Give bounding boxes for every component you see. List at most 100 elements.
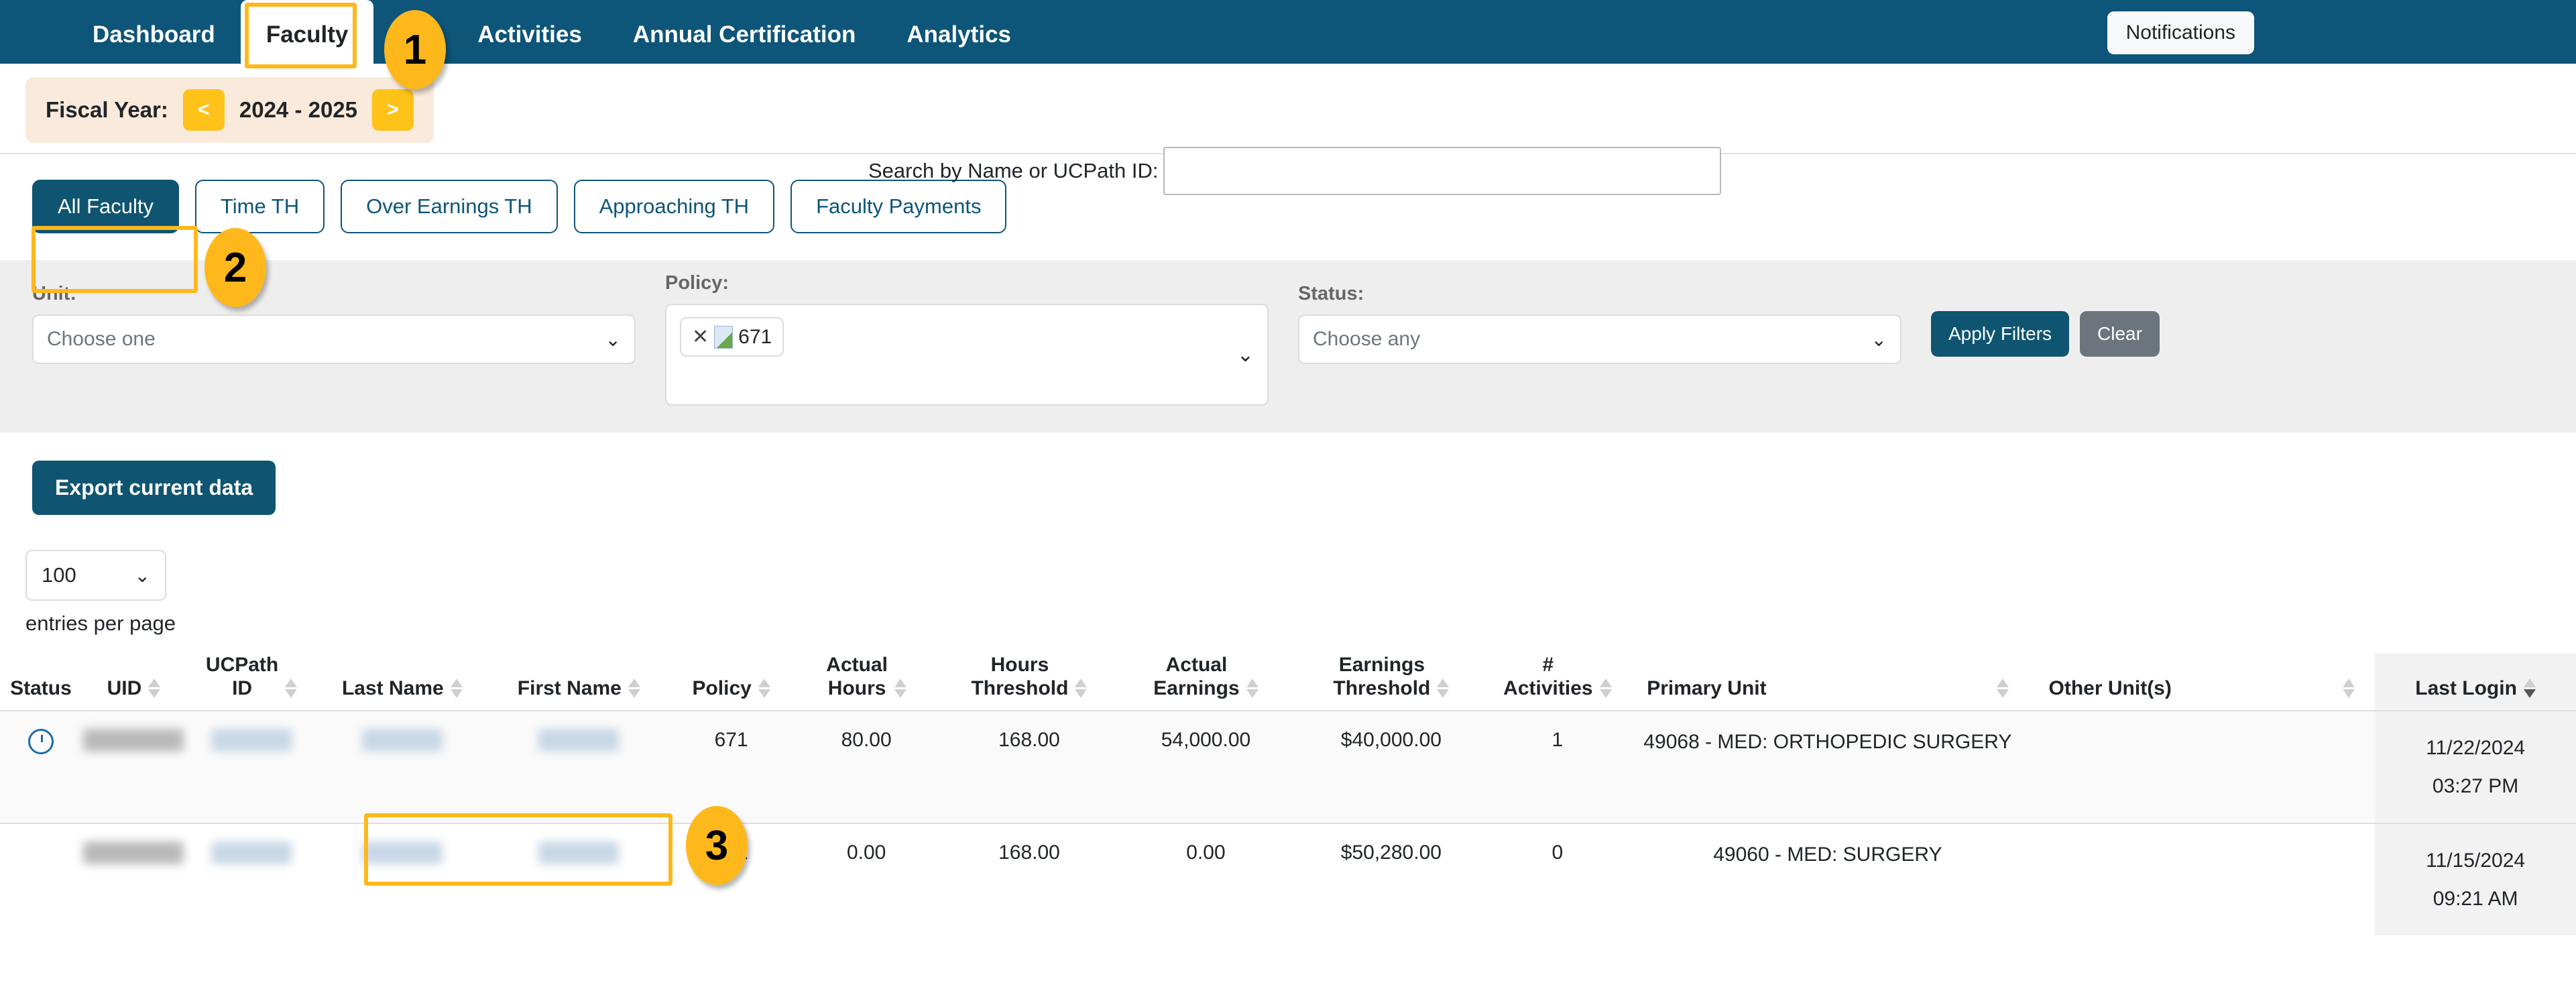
- tab-over-time-th[interactable]: Time TH: [194, 180, 325, 233]
- policy-filter-label: Policy:: [665, 272, 729, 294]
- status-select[interactable]: Choose any ⌄: [1298, 314, 1901, 364]
- sort-arrows-icon[interactable]: [2343, 678, 2355, 698]
- column-header-status[interactable]: Status: [0, 653, 82, 711]
- entries-per-page-select[interactable]: 100 ⌄: [25, 550, 166, 601]
- nav-item-faculty[interactable]: Faculty: [240, 0, 374, 64]
- annotation-badge-1: 1: [384, 10, 446, 89]
- filter-actions: Apply Filters Clear: [1931, 311, 2160, 357]
- column-header-actual-earnings[interactable]: Actual Earnings: [1118, 653, 1295, 711]
- column-header-last-login[interactable]: Last Login: [2375, 653, 2576, 711]
- column-header-ucpath-id[interactable]: UCPath ID: [186, 653, 317, 711]
- column-label: Hours Threshold: [971, 654, 1069, 700]
- clock-icon[interactable]: [27, 728, 54, 754]
- notifications-button[interactable]: Notifications: [2107, 11, 2254, 54]
- chevron-down-icon: ⌄: [1871, 329, 1887, 350]
- column-header-other-units[interactable]: Other Unit(s): [2029, 653, 2376, 711]
- fiscal-year-selector: Fiscal Year: < 2024 - 2025 >: [25, 77, 434, 143]
- fiscal-year-value: 2024 - 2025: [239, 97, 358, 122]
- status-select-value: Choose any: [1313, 328, 1421, 350]
- search-label: Search by Name or UCPath ID:: [868, 159, 1159, 182]
- cell-uid: [81, 822, 186, 935]
- cell-other-units: [2028, 822, 2376, 935]
- table-row[interactable]: 671 0.00 168.00 0.00 $50,280.00 0 49060 …: [0, 822, 2576, 935]
- column-label: Policy: [692, 677, 752, 700]
- export-area: Export current data: [0, 432, 2576, 515]
- cell-primary-unit: 49068 - MED: ORTHOPEDIC SURGERY: [1627, 709, 2029, 823]
- column-header-policy[interactable]: Policy: [670, 653, 792, 711]
- clear-filters-button[interactable]: Clear: [2080, 311, 2160, 357]
- entries-per-page-label: entries per page: [25, 611, 176, 635]
- policy-chip[interactable]: ✕ 671: [680, 317, 784, 357]
- tab-approaching-th[interactable]: Approaching TH: [573, 180, 775, 233]
- column-label: First Name: [517, 677, 622, 700]
- sort-arrows-icon[interactable]: [628, 678, 640, 698]
- cell-uid: [81, 709, 186, 823]
- last-login-time: 03:27 PM: [2432, 774, 2519, 797]
- column-label: Earnings Threshold: [1333, 654, 1431, 700]
- nav-item-analytics[interactable]: Analytics: [881, 23, 1037, 64]
- column-label: Last Login: [2415, 677, 2517, 700]
- cell-other-units: [2028, 709, 2376, 823]
- sort-arrows-icon[interactable]: [1599, 678, 1612, 698]
- annotation-badge-3: 3: [686, 806, 748, 885]
- column-header-earnings-threshold[interactable]: Earnings Threshold: [1294, 653, 1488, 711]
- search-input[interactable]: [1163, 147, 1722, 195]
- column-header-first-name[interactable]: First Name: [487, 653, 670, 711]
- column-header-primary-unit[interactable]: Primary Unit: [1627, 653, 2028, 711]
- cell-activities: 1: [1488, 709, 1627, 823]
- close-icon[interactable]: ✕: [692, 325, 709, 349]
- tab-all-faculty[interactable]: All Faculty: [32, 180, 179, 233]
- cell-earnings-threshold: $40,000.00: [1294, 709, 1488, 823]
- apply-filters-button[interactable]: Apply Filters: [1931, 311, 2070, 357]
- table-row[interactable]: 671 80.00 168.00 54,000.00 $40,000.00 1 …: [0, 709, 2576, 823]
- sort-arrows-icon[interactable]: [450, 678, 463, 698]
- cell-actual-hours: 0.00: [792, 822, 941, 935]
- column-label: Status: [10, 677, 72, 700]
- unit-select[interactable]: Choose one ⌄: [32, 314, 636, 364]
- sort-arrows-icon[interactable]: [894, 678, 906, 698]
- column-header-activities[interactable]: # Activities: [1488, 653, 1627, 711]
- sort-arrows-icon[interactable]: [1075, 678, 1088, 698]
- sort-arrows-icon[interactable]: [1437, 678, 1450, 698]
- last-login-time: 09:21 AM: [2433, 887, 2518, 910]
- fiscal-year-prev-button[interactable]: <: [182, 89, 225, 131]
- redacted-value: [83, 728, 184, 752]
- column-label: UCPath ID: [205, 654, 279, 700]
- sort-arrows-icon[interactable]: [148, 678, 161, 698]
- cell-ucpath-id: [185, 822, 318, 935]
- entries-per-page-area: 100 ⌄ entries per page: [0, 515, 2576, 636]
- annotation-badge-2: 2: [204, 228, 266, 307]
- sort-arrows-icon[interactable]: [285, 678, 298, 698]
- redacted-value: [211, 841, 292, 864]
- nav-item-annual-certification[interactable]: Annual Certification: [607, 23, 882, 64]
- export-current-data-button[interactable]: Export current data: [32, 461, 276, 515]
- column-header-hours-threshold[interactable]: Hours Threshold: [941, 653, 1118, 711]
- policy-multiselect[interactable]: ✕ 671 ⌄: [665, 304, 1269, 406]
- cell-first-name: [487, 709, 671, 823]
- nav-item-activities[interactable]: Activities: [452, 23, 607, 64]
- tab-over-earnings-th[interactable]: Over Earnings TH: [341, 180, 558, 233]
- redacted-value: [361, 841, 443, 864]
- column-label: Actual Hours: [826, 654, 888, 700]
- cell-hours-threshold: 168.00: [941, 822, 1118, 935]
- policy-chip-label: 671: [738, 325, 772, 348]
- sort-arrows-icon[interactable]: [2523, 678, 2536, 698]
- cell-last-login: 11/15/2024 09:21 AM: [2375, 822, 2576, 935]
- sort-arrows-icon[interactable]: [1246, 678, 1258, 698]
- policy-filter: Policy: ✕ 671 ⌄: [665, 272, 1269, 406]
- column-header-uid[interactable]: UID: [82, 653, 186, 711]
- sort-arrows-icon[interactable]: [1996, 678, 2009, 698]
- last-login-date: 11/22/2024: [2426, 736, 2526, 759]
- filter-panel: Unit: Choose one ⌄ Policy: ✕ 671 ⌄ Statu…: [0, 260, 2576, 432]
- redacted-value: [538, 728, 620, 752]
- unit-filter-label: Unit:: [32, 283, 77, 304]
- search-area: Search by Name or UCPath ID:: [868, 147, 1722, 195]
- nav-item-dashboard[interactable]: Dashboard: [67, 23, 241, 64]
- nav-item-list: Dashboard Faculty ns Activities Annual C…: [67, 0, 1037, 64]
- fiscal-year-next-button[interactable]: >: [372, 89, 414, 131]
- sort-arrows-icon[interactable]: [758, 678, 770, 698]
- chevron-down-icon: ⌄: [134, 565, 150, 586]
- column-header-last-name[interactable]: Last Name: [317, 653, 487, 711]
- column-header-actual-hours[interactable]: Actual Hours: [792, 653, 941, 711]
- cell-status[interactable]: [0, 709, 82, 823]
